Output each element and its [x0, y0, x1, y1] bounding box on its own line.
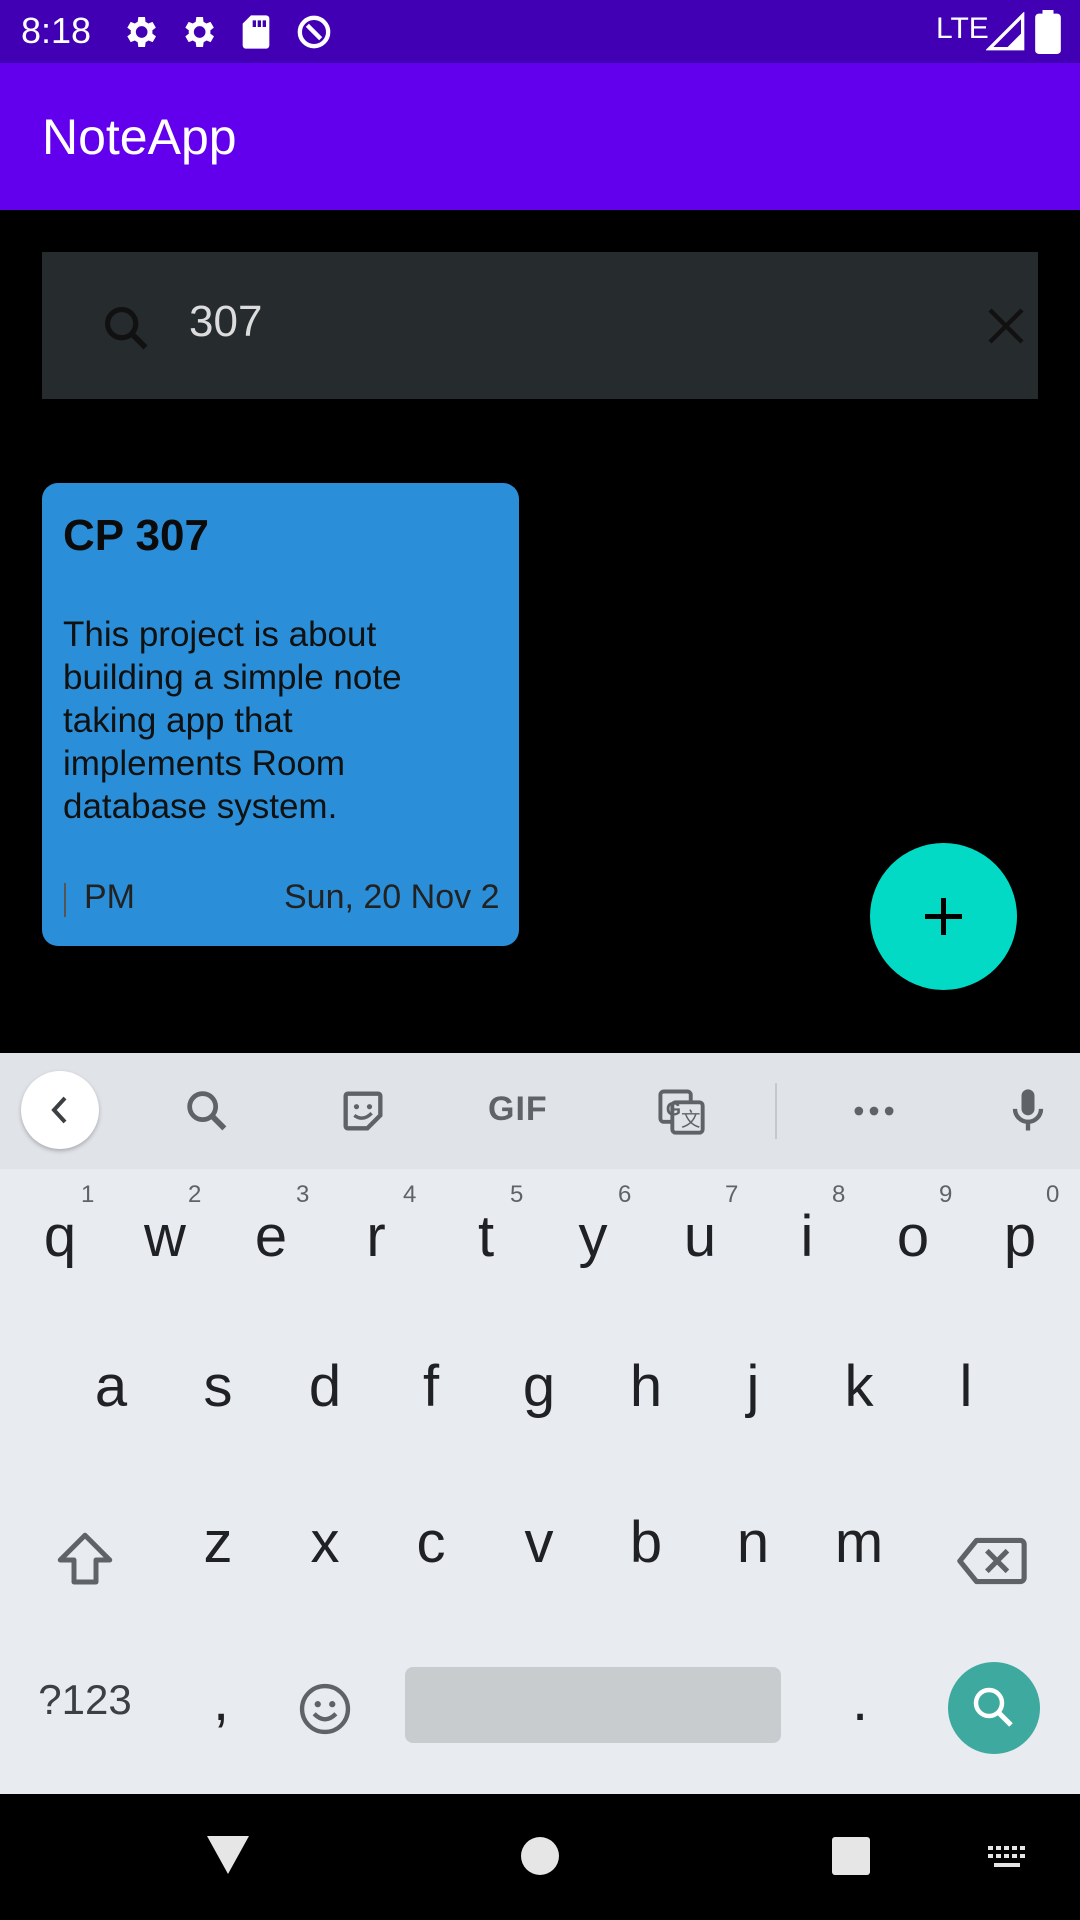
space-bar[interactable] — [405, 1667, 781, 1743]
keyboard-search-action-button[interactable] — [948, 1662, 1040, 1754]
key-e[interactable]: e3 — [228, 1181, 314, 1270]
key-p[interactable]: p0 — [977, 1181, 1063, 1270]
home-circle-icon[interactable] — [520, 1836, 560, 1876]
data-saver-icon — [297, 15, 331, 49]
toolbar-divider — [775, 1083, 777, 1139]
key-r[interactable]: r4 — [333, 1181, 419, 1270]
key-u[interactable]: u7 — [657, 1181, 743, 1270]
key-s[interactable]: s — [175, 1353, 261, 1420]
key-i[interactable]: i8 — [764, 1181, 850, 1270]
key-label: i — [800, 1204, 814, 1269]
key-t[interactable]: t5 — [443, 1181, 529, 1270]
settings-icon-2 — [185, 17, 214, 47]
chevron-left-icon — [51, 1096, 67, 1124]
key-l[interactable]: l — [923, 1353, 1009, 1420]
key-k[interactable]: k — [816, 1353, 902, 1420]
key-q[interactable]: q1 — [17, 1181, 103, 1270]
navigation-bar — [0, 1794, 1080, 1920]
emoji-icon[interactable] — [296, 1680, 354, 1738]
translate-icon[interactable]: G 文 — [655, 1085, 707, 1137]
key-c[interactable]: c — [388, 1509, 474, 1576]
gif-button[interactable]: GIF — [488, 1090, 548, 1129]
app-title: NoteApp — [42, 109, 237, 165]
key-hint: 5 — [510, 1181, 524, 1208]
period-key[interactable]: . — [817, 1667, 903, 1734]
key-v[interactable]: v — [496, 1509, 582, 1576]
sticker-icon[interactable] — [337, 1085, 389, 1137]
note-card[interactable]: CP 307 This project is about building a … — [42, 483, 519, 946]
shift-icon[interactable] — [52, 1527, 118, 1593]
key-hint: 4 — [403, 1181, 417, 1208]
svg-text:文: 文 — [681, 1109, 701, 1131]
app-bar: NoteApp — [0, 63, 1080, 210]
key-label: w — [144, 1204, 186, 1269]
key-hint: 8 — [832, 1181, 846, 1208]
key-g[interactable]: g — [496, 1353, 582, 1420]
key-label: r — [366, 1204, 386, 1269]
key-z[interactable]: z — [175, 1509, 261, 1576]
recents-square-icon[interactable] — [831, 1836, 871, 1876]
status-bar: 8:18 LTE — [0, 0, 1080, 63]
key-label: y — [578, 1204, 608, 1269]
network-type: LTE — [936, 12, 989, 45]
add-note-button[interactable] — [870, 843, 1017, 990]
key-label: p — [1003, 1204, 1037, 1269]
sd-card-icon — [242, 15, 270, 49]
key-hint: 0 — [1046, 1181, 1060, 1208]
key-o[interactable]: o9 — [870, 1181, 956, 1270]
search-action-icon — [973, 1687, 1013, 1727]
key-hint: 1 — [81, 1181, 95, 1208]
key-hint: 6 — [618, 1181, 632, 1208]
key-y[interactable]: y6 — [550, 1181, 636, 1270]
svg-text:G: G — [666, 1098, 681, 1120]
key-b[interactable]: b — [603, 1509, 689, 1576]
key-hint: 7 — [725, 1181, 739, 1208]
backspace-icon[interactable] — [956, 1529, 1028, 1593]
key-hint: 9 — [939, 1181, 953, 1208]
key-label: q — [43, 1204, 77, 1269]
keyboard-switch-icon[interactable] — [986, 1844, 1030, 1872]
keyboard-search-icon[interactable] — [181, 1085, 233, 1137]
search-icon — [104, 306, 148, 350]
note-date: Sun, 20 Nov 2 — [284, 878, 500, 916]
clear-search-icon[interactable] — [982, 302, 1030, 350]
key-n[interactable]: n — [710, 1509, 796, 1576]
keyboard-toolbar: GIF G 文 — [0, 1053, 1080, 1169]
key-j[interactable]: j — [710, 1353, 796, 1420]
status-time: 8:18 — [21, 10, 92, 51]
search-input[interactable] — [189, 297, 909, 347]
search-bar[interactable] — [42, 252, 1038, 399]
key-label: t — [477, 1204, 495, 1269]
signal-icon — [986, 12, 1025, 51]
settings-icon — [127, 17, 156, 47]
key-h[interactable]: h — [603, 1353, 689, 1420]
more-options-icon[interactable] — [848, 1085, 900, 1137]
collapse-toolbar-button[interactable] — [21, 1071, 99, 1149]
key-m[interactable]: m — [816, 1509, 902, 1576]
comma-key[interactable]: , — [178, 1667, 264, 1734]
plus-icon — [925, 898, 962, 935]
key-d[interactable]: d — [282, 1353, 368, 1420]
key-hint: 2 — [188, 1181, 202, 1208]
key-label: e — [254, 1204, 288, 1269]
microphone-icon[interactable] — [1002, 1085, 1054, 1137]
key-hint: 3 — [296, 1181, 310, 1208]
key-a[interactable]: a — [68, 1353, 154, 1420]
note-time: PM — [84, 878, 135, 916]
key-label: o — [896, 1204, 930, 1269]
note-body: This project is about building a simple … — [63, 615, 402, 826]
key-label: u — [683, 1204, 717, 1269]
key-x[interactable]: x — [282, 1509, 368, 1576]
symbols-key[interactable]: ?123 — [20, 1676, 150, 1724]
note-divider — [64, 883, 66, 917]
back-triangle-icon[interactable] — [205, 1834, 251, 1876]
soft-keyboard: GIF G 文 q1 w2 e3 r4 t5 y6 u 7 i 8 o 9 p … — [0, 1053, 1080, 1794]
key-w[interactable]: w2 — [122, 1181, 208, 1270]
key-f[interactable]: f — [388, 1353, 474, 1420]
note-title: CP 307 — [63, 511, 209, 560]
battery-icon — [1035, 10, 1061, 54]
screen: 8:18 LTE NoteApp 307 CP 307 This project… — [0, 0, 1080, 1920]
